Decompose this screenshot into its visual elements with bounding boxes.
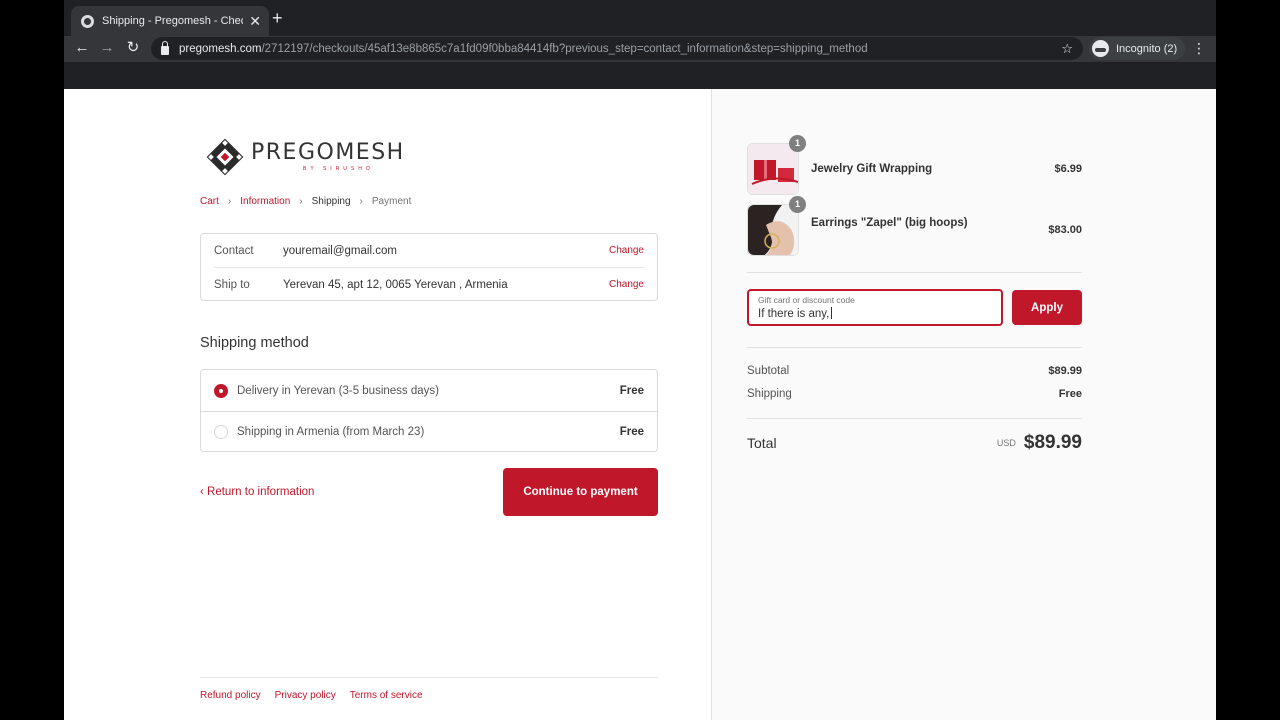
contact-value: youremail@gmail.com [283, 244, 397, 257]
chevron-right-icon: › [359, 196, 363, 207]
shipping-methods: Delivery in Yerevan (3-5 business days) … [200, 369, 658, 452]
incognito-icon [1092, 40, 1109, 57]
order-summary: 1 Jewelry Gift Wrapping $6.99 1 Earrings… [711, 89, 1216, 720]
new-tab-icon[interactable]: + [272, 9, 283, 27]
terms-of-service-link[interactable]: Terms of service [350, 690, 423, 701]
shipping-option-armenia[interactable]: Shipping in Armenia (from March 23) Free [201, 411, 657, 452]
change-contact-link[interactable]: Change [609, 245, 644, 256]
product-thumbnail: 1 [747, 196, 806, 256]
radio-unselected[interactable] [214, 425, 228, 439]
ship-to-label: Ship to [214, 278, 250, 291]
order-item: 1 Jewelry Gift Wrapping $6.99 [747, 135, 1082, 195]
privacy-policy-link[interactable]: Privacy policy [275, 690, 336, 701]
shipping-option-price: Free [619, 384, 644, 397]
product-name: Jewelry Gift Wrapping [811, 163, 933, 175]
breadcrumb-shipping: Shipping [311, 196, 351, 207]
discount-field-value[interactable]: If there is any, [758, 307, 992, 321]
quantity-badge: 1 [789, 196, 806, 213]
contact-label: Contact [214, 244, 254, 257]
globe-icon [81, 14, 94, 28]
breadcrumb-cart[interactable]: Cart [200, 196, 219, 207]
kebab-menu-icon[interactable]: ⋮ [1192, 39, 1206, 57]
browser-tab[interactable]: Shipping - Pregomesh - Checkout ✕ [71, 6, 269, 36]
subtotal-row: Subtotal $89.99 [747, 365, 1082, 377]
tab-bar: Shipping - Pregomesh - Checkout ✕ + [64, 0, 1216, 36]
breadcrumb-payment: Payment [371, 196, 412, 207]
discount-field-label: Gift card or discount code [758, 295, 855, 305]
nav-bar: ← → ↻ pregomesh.com/2712197/checkouts/45… [64, 36, 1216, 62]
forward-icon[interactable]: → [97, 38, 117, 58]
gift-box-icon [748, 144, 798, 194]
discount-code-input[interactable]: Gift card or discount code If there is a… [747, 289, 1003, 326]
review-block: Contact youremail@gmail.com Change Ship … [200, 233, 658, 301]
total-label: Total [747, 435, 777, 451]
apply-button[interactable]: Apply [1012, 290, 1082, 325]
divider [747, 418, 1082, 419]
shipping-option-price: Free [619, 426, 644, 438]
currency-code: USD [996, 438, 1016, 448]
product-thumbnail: 1 [747, 135, 806, 195]
product-price: $6.99 [1054, 163, 1082, 175]
bookmark-star-icon[interactable]: ☆ [1061, 41, 1073, 57]
ship-to-value: Yerevan 45, apt 12, 0065 Yerevan , Armen… [283, 278, 508, 291]
text-caret [831, 307, 833, 319]
reload-icon[interactable]: ↻ [123, 38, 143, 58]
total-row: Total USD $89.99 [747, 432, 1082, 454]
breadcrumb: Cart › Information › Shipping › Payment [200, 196, 411, 207]
shipping-option-label: Shipping in Armenia (from March 23) [237, 426, 425, 438]
tab-title: Shipping - Pregomesh - Checkout [102, 15, 243, 27]
checkout-page: PREGOMESH BY SIRUSHO Cart › Information … [64, 89, 1216, 720]
radio-selected[interactable] [214, 383, 228, 398]
shipping-label: Shipping [747, 388, 792, 400]
subtotal-value: $89.99 [1048, 365, 1082, 377]
browser-chrome: Shipping - Pregomesh - Checkout ✕ + ← → … [64, 0, 1216, 89]
product-name: Earrings "Zapel" (big hoops) [811, 217, 968, 229]
shipping-value: Free [1058, 388, 1082, 400]
address-bar[interactable]: pregomesh.com/2712197/checkouts/45af13e8… [151, 37, 1083, 60]
shipping-method-title: Shipping method [200, 335, 309, 351]
divider [747, 272, 1082, 273]
divider [747, 347, 1082, 348]
continue-to-payment-button[interactable]: Continue to payment [503, 468, 658, 516]
chevron-right-icon: › [299, 196, 303, 207]
logo-subtitle: BY SIRUSHO [303, 166, 374, 172]
ship-to-row: Ship to Yerevan 45, apt 12, 0065 Yerevan… [214, 268, 644, 301]
logo-mark-icon [206, 138, 244, 176]
shipping-row: Shipping Free [747, 388, 1082, 400]
change-address-link[interactable]: Change [609, 279, 644, 290]
refund-policy-link[interactable]: Refund policy [200, 690, 261, 701]
total-value: $89.99 [1023, 432, 1082, 453]
shipping-option-label: Delivery in Yerevan (3-5 business days) [237, 384, 439, 397]
url-text: pregomesh.com/2712197/checkouts/45af13e8… [179, 42, 868, 55]
chevron-left-icon: ‹ [200, 486, 208, 498]
close-icon[interactable]: ✕ [249, 14, 261, 28]
incognito-badge[interactable]: Incognito (2) [1089, 37, 1186, 60]
footer-links: Refund policy Privacy policy Terms of se… [200, 677, 658, 701]
order-item: 1 Earrings "Zapel" (big hoops) $83.00 [747, 196, 1082, 256]
brand-logo[interactable]: PREGOMESH BY SIRUSHO [206, 137, 405, 177]
return-to-information-link[interactable]: ‹ Return to information [200, 486, 314, 498]
breadcrumb-information[interactable]: Information [240, 196, 290, 207]
shipping-option-yerevan[interactable]: Delivery in Yerevan (3-5 business days) … [201, 370, 657, 411]
back-icon[interactable]: ← [72, 38, 92, 58]
chevron-right-icon: › [227, 196, 232, 207]
earrings-photo-icon [748, 205, 798, 255]
lock-icon [161, 40, 169, 55]
product-price: $83.00 [1048, 224, 1082, 236]
quantity-badge: 1 [789, 135, 806, 152]
logo-name: PREGOMESH [251, 140, 405, 165]
subtotal-label: Subtotal [747, 365, 790, 377]
contact-row: Contact youremail@gmail.com Change [214, 234, 644, 267]
